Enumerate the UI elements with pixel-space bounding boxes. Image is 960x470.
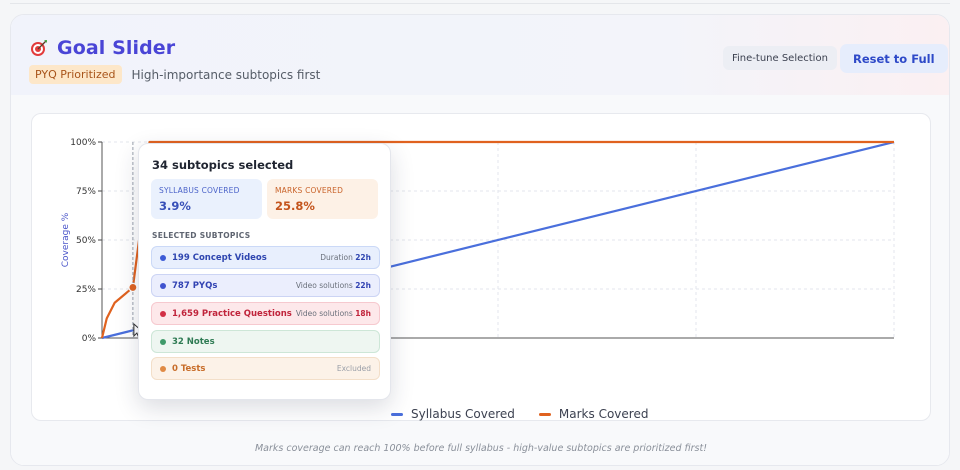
marks-covered-value: 25.8%	[275, 199, 315, 213]
y-tick-label: 50%	[76, 236, 96, 246]
subtopic-label: 1,659 Practice Questions	[172, 308, 292, 319]
title-row: Goal Slider	[29, 37, 175, 59]
y-tick-label: 25%	[76, 285, 96, 295]
selected-subtopics-heading: SELECTED SUBTOPICS	[152, 231, 251, 240]
subtitle: High-importance subtopics first	[131, 67, 321, 82]
page-title: Goal Slider	[57, 37, 176, 59]
y-axis-label: Coverage %	[61, 212, 71, 267]
subtopic-label: 0 Tests	[172, 363, 206, 374]
syllabus-covered-label: SYLLABUS COVERED	[159, 186, 240, 195]
subtopic-meta: Video solutions 22h	[296, 281, 371, 290]
legend-syllabus[interactable]: Syllabus Covered	[391, 407, 515, 421]
selection-tooltip: 34 subtopics selected SYLLABUS COVERED 3…	[138, 143, 391, 400]
subtopic-row-notes: 32 Notes	[151, 330, 380, 353]
meta-prefix: Duration	[320, 253, 353, 262]
subtopic-row-concept-videos: 199 Concept Videos Duration 22h	[151, 246, 380, 269]
marks-covered-stat: MARKS COVERED 25.8%	[267, 179, 378, 219]
target-icon	[29, 38, 49, 58]
chart-legend: Syllabus Covered Marks Covered	[391, 407, 648, 421]
legend-marks-label: Marks Covered	[558, 407, 649, 421]
subtopic-row-pyqs: 787 PYQs Video solutions 22h	[151, 274, 380, 297]
syllabus-covered-stat: SYLLABUS COVERED 3.9%	[151, 179, 262, 219]
pyq-prioritized-badge: PYQ Prioritized	[29, 65, 122, 84]
fine-tune-selection-button[interactable]: Fine-tune Selection	[723, 46, 837, 70]
subtopic-meta: Video solutions 18h	[296, 309, 371, 318]
bullet-icon	[160, 310, 166, 317]
meta-value: 22h	[355, 253, 371, 262]
bullet-icon	[160, 254, 166, 261]
legend-marks-swatch	[538, 412, 551, 416]
y-tick-label: 0%	[82, 334, 97, 344]
bullet-icon	[160, 338, 166, 345]
previous-section-edge	[10, 0, 950, 4]
y-tick-label: 100%	[70, 138, 96, 148]
reset-to-full-button[interactable]: Reset to Full	[840, 44, 948, 73]
subtitle-row: PYQ Prioritized High-importance subtopic…	[29, 65, 320, 84]
marks-point-marker	[128, 282, 138, 293]
y-tick-label: 75%	[76, 187, 96, 197]
subtopic-meta: Excluded	[336, 364, 371, 373]
legend-syllabus-label: Syllabus Covered	[411, 407, 515, 421]
meta-prefix: Video solutions	[295, 309, 353, 318]
bullet-icon	[160, 282, 166, 289]
marks-covered-label: MARKS COVERED	[275, 186, 344, 195]
subtopic-meta: Duration 22h	[320, 253, 371, 262]
legend-syllabus-swatch	[391, 412, 403, 416]
syllabus-covered-value: 3.9%	[159, 199, 191, 213]
subtopic-label: 787 PYQs	[172, 280, 218, 291]
subtopic-label: 199 Concept Videos	[172, 252, 267, 263]
bullet-icon	[160, 365, 166, 372]
footer-note: Marks coverage can reach 100% before ful…	[254, 443, 708, 454]
subtopic-row-practice-questions: 1,659 Practice Questions Video solutions…	[151, 302, 380, 325]
meta-value: 18h	[355, 309, 371, 318]
subtopic-row-tests: 0 Tests Excluded	[151, 357, 380, 380]
meta-prefix: Video solutions	[295, 281, 353, 290]
tooltip-title: 34 subtopics selected	[152, 158, 294, 172]
subtopic-label: 32 Notes	[172, 336, 215, 347]
meta-value: 22h	[355, 281, 371, 290]
legend-marks[interactable]: Marks Covered	[538, 407, 649, 421]
